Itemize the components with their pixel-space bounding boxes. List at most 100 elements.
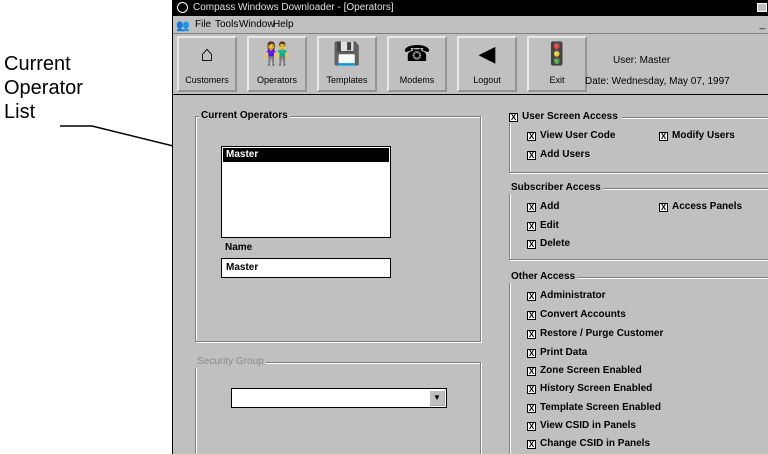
subscriber-add-checkbox[interactable]: X Add [527,201,559,213]
checkbox-mark: X [527,422,536,431]
access-panels-checkbox[interactable]: X Access Panels [659,201,742,213]
checkbox-mark: X [527,203,536,212]
modify-users-checkbox[interactable]: X Modify Users [659,130,735,142]
modem-icon: ☎ [403,41,431,66]
window-title: Compass Windows Downloader - [Operators] [193,2,394,13]
add-users-checkbox[interactable]: X Add Users [527,149,590,161]
operators-mdi-icon[interactable]: 👥 [176,18,190,35]
user-screen-access-label: User Screen Access [522,111,618,122]
session-date: Date: Wednesday, May 07, 1997 [585,76,730,87]
view-user-code-checkbox[interactable]: X View User Code [527,130,615,142]
checkbox-mark: X [527,404,536,413]
checkbox-mark: X [659,132,668,141]
view-csid-checkbox[interactable]: X View CSID in Panels [527,420,636,432]
subscriber-edit-label: Edit [540,220,559,231]
checkbox-mark: X [527,440,536,449]
subscriber-add-label: Add [540,201,560,212]
administrator-label: Administrator [540,290,606,301]
modify-users-label: Modify Users [672,130,735,141]
view-csid-label: View CSID in Panels [540,420,636,431]
title-bar: Compass Windows Downloader - [Operators] [173,0,768,16]
restore-purge-customer-checkbox[interactable]: X Restore / Purge Customer [527,328,663,340]
convert-accounts-label: Convert Accounts [540,309,626,320]
templates-label: Templates [326,75,368,85]
print-data-checkbox[interactable]: X Print Data [527,347,587,359]
convert-accounts-checkbox[interactable]: X Convert Accounts [527,309,626,321]
restore-purge-customer-label: Restore / Purge Customer [540,328,664,339]
callout-label: Current Operator List [4,52,83,124]
checkbox-mark: X [527,222,536,231]
modems-button[interactable]: ☎ Modems [387,36,447,92]
checkbox-mark: X [527,330,536,339]
app-icon [177,2,188,13]
exit-button[interactable]: 🚦 Exit [527,36,587,92]
callout-line: Current [4,53,71,75]
view-user-code-label: View User Code [540,130,616,141]
callout-line: Operator [4,77,83,99]
exit-label: Exit [549,75,565,85]
history-screen-checkbox[interactable]: X History Screen Enabled [527,383,652,395]
checkbox-mark: X [527,292,536,301]
administrator-checkbox[interactable]: X Administrator [527,290,606,302]
other-access-title: Other Access [509,271,578,283]
checkbox-mark: X [659,203,668,212]
customers-label: Customers [185,75,229,85]
security-group-select[interactable]: ▼ [231,388,447,408]
callout-line: List [4,101,36,123]
menu-help[interactable]: Help [273,16,294,33]
history-screen-label: History Screen Enabled [540,383,653,394]
operators-button[interactable]: 👫 Operators [247,36,307,92]
menu-file[interactable]: File [195,16,211,33]
customers-button[interactable]: ⌂ Customers [177,36,237,92]
checkbox-mark: X [527,385,536,394]
name-label: Name [225,242,253,253]
checkbox-mark: X [527,132,536,141]
operator-list[interactable]: Master [221,146,391,238]
templates-button[interactable]: 💾 Templates [317,36,377,92]
minimize-icon[interactable] [757,3,767,12]
operators-label: Operators [256,75,298,85]
menu-window[interactable]: Window [239,16,275,33]
subscriber-delete-checkbox[interactable]: X Delete [527,238,570,250]
subscriber-access-title: Subscriber Access [509,182,603,194]
app-window: Compass Windows Downloader - [Operators]… [172,0,768,454]
house-icon: ⌂ [200,41,214,66]
checkbox-mark: X [527,151,536,160]
security-group-title: Security Group [195,356,266,368]
security-group-box [195,362,481,454]
mdi-restore-icon[interactable]: _ [759,16,765,33]
current-operators-title: Current Operators [199,110,290,122]
subscriber-delete-label: Delete [540,238,571,249]
checkbox-mark: X [527,240,536,249]
logout-label: Logout [473,75,501,85]
user-screen-access-checkbox[interactable]: X User Screen Access [509,111,622,123]
name-field[interactable]: Master [221,258,391,278]
modems-label: Modems [399,75,435,85]
change-csid-checkbox[interactable]: X Change CSID in Panels [527,438,650,450]
menu-tools[interactable]: Tools [215,16,238,33]
user-name: User: Master [613,55,671,66]
checkbox-mark: X [509,113,518,122]
print-data-label: Print Data [540,347,588,358]
user-screen-access-group [509,117,768,173]
operator-list-item-selected[interactable]: Master [223,148,389,162]
checkbox-mark: X [527,311,536,320]
menu-bar: 👥 File Tools Window Help _ [173,16,768,34]
floppy-disk-icon: 💾 [333,41,361,66]
add-users-label: Add Users [540,149,591,160]
zone-screen-checkbox[interactable]: X Zone Screen Enabled [527,365,642,377]
checkbox-mark: X [527,367,536,376]
traffic-light-icon: 🚦 [543,41,571,66]
logout-button[interactable]: ◀ Logout [457,36,517,92]
access-panels-label: Access Panels [672,201,743,212]
zone-screen-label: Zone Screen Enabled [540,365,642,376]
template-screen-checkbox[interactable]: X Template Screen Enabled [527,402,661,414]
checkbox-mark: X [527,349,536,358]
people-icon: 👫 [263,41,291,66]
toolbar: ⌂ Customers 👫 Operators 💾 Templates ☎ Mo… [173,34,768,95]
subscriber-edit-checkbox[interactable]: X Edit [527,220,559,232]
template-screen-label: Template Screen Enabled [540,402,661,413]
change-csid-label: Change CSID in Panels [540,438,651,449]
chevron-down-icon[interactable]: ▼ [429,390,445,406]
arrow-left-icon: ◀ [478,41,496,66]
